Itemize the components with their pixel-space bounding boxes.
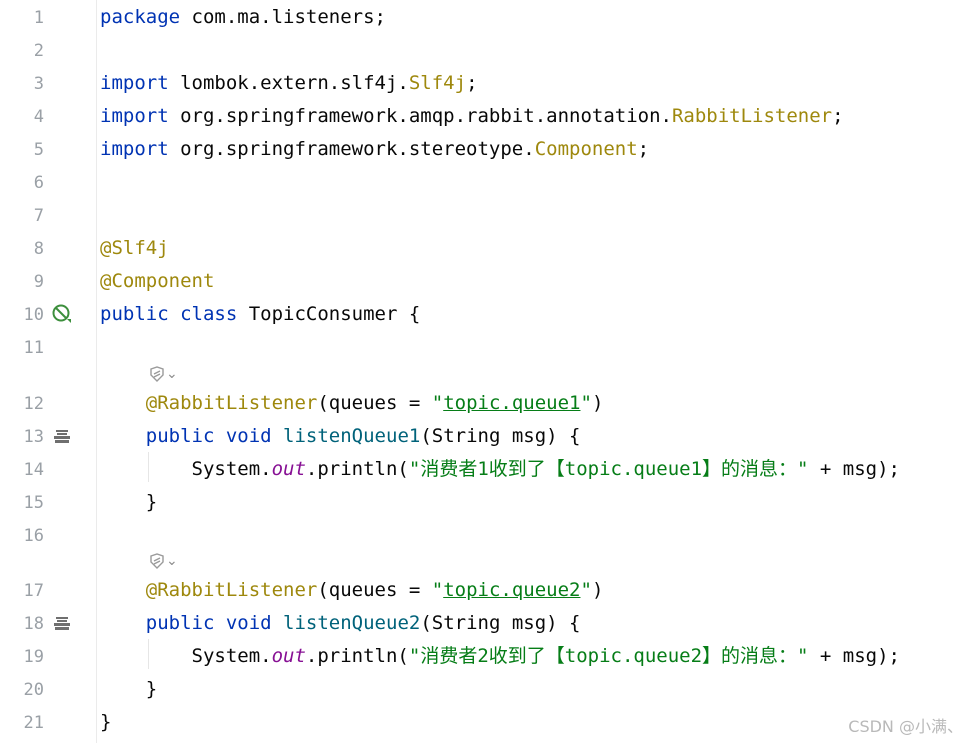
queue-name-link[interactable]: topic.queue2 <box>443 579 580 601</box>
line-number: 19 <box>23 647 44 667</box>
class-ref: RabbitListener <box>671 105 833 127</box>
keyword: public void <box>145 425 272 447</box>
class-ref: Slf4j <box>408 72 467 94</box>
code-text: .println( <box>305 645 409 667</box>
code-line-19[interactable]: System.out.println("消费者2收到了【topic.queue2… <box>100 645 900 667</box>
code-line-20[interactable]: } <box>100 678 157 700</box>
code-text: (String msg) { <box>420 425 581 447</box>
code-text: com.ma.listeners; <box>180 6 386 28</box>
string-quote: " <box>580 579 592 601</box>
code-line-4[interactable]: import org.springframework.amqp.rabbit.a… <box>100 105 844 127</box>
code-text: org.springframework.amqp.rabbit.annotati… <box>168 105 672 127</box>
code-line-3[interactable]: import lombok.extern.slf4j.Slf4j; <box>100 72 478 94</box>
line-number: 14 <box>23 460 44 480</box>
code-text: TopicConsumer { <box>237 303 421 325</box>
code-text: + msg); <box>808 645 900 667</box>
code-text: lombok.extern.slf4j. <box>168 72 409 94</box>
line-number: 21 <box>23 713 44 733</box>
code-text: } <box>100 711 112 733</box>
code-text: ) <box>591 579 604 601</box>
code-line-12[interactable]: @RabbitListener(queues = "topic.queue1") <box>100 392 604 414</box>
annotation: @Slf4j <box>100 237 169 259</box>
line-number: 1 <box>33 8 44 28</box>
code-text: ; <box>637 138 650 160</box>
code-line-13[interactable]: public void listenQueue1(String msg) { <box>100 425 581 447</box>
method-name: listenQueue1 <box>271 425 421 447</box>
keyword: import <box>100 105 169 127</box>
method-name: listenQueue2 <box>271 612 421 634</box>
chevron-down-icon: ⌄ <box>166 366 178 382</box>
annotation: @RabbitListener <box>145 392 318 414</box>
code-line-9[interactable]: @Component <box>100 270 214 292</box>
queue-name-link[interactable]: topic.queue1 <box>443 392 580 414</box>
line-number: 2 <box>33 41 44 61</box>
string-quote: " <box>580 392 592 414</box>
line-number: 13 <box>23 427 44 447</box>
line-number: 16 <box>23 526 44 546</box>
code-line-14[interactable]: System.out.println("消费者1收到了【topic.queue1… <box>100 458 900 480</box>
keyword: import <box>100 72 169 94</box>
keyword: public void <box>145 612 272 634</box>
line-number: 15 <box>23 493 44 513</box>
code-text: } <box>145 678 158 700</box>
line-number: 3 <box>33 74 44 94</box>
code-text: System. <box>191 458 272 480</box>
code-text: + msg); <box>808 458 900 480</box>
code-line-10[interactable]: public class TopicConsumer { <box>100 303 420 325</box>
annotation: @RabbitListener <box>145 579 318 601</box>
code-text: (String msg) { <box>420 612 581 634</box>
code-text: (queues = <box>317 392 432 414</box>
spring-hint-icon <box>150 366 164 382</box>
static-field: out <box>271 458 306 480</box>
class-ref: Component <box>534 138 638 160</box>
no-entry-icon[interactable] <box>52 304 72 324</box>
watermark: CSDN @小满、 <box>848 717 963 736</box>
keyword: package <box>100 6 181 28</box>
code-text: ) <box>591 392 604 414</box>
code-text: org.springframework.stereotype. <box>168 138 535 160</box>
code-line-5[interactable]: import org.springframework.stereotype.Co… <box>100 138 649 160</box>
annotation: @Component <box>100 270 215 292</box>
string-quote: " <box>431 579 444 601</box>
code-text: System. <box>191 645 272 667</box>
line-number: 8 <box>33 239 44 259</box>
bean-icon[interactable] <box>52 427 72 447</box>
code-line-1[interactable]: package com.ma.listeners; <box>100 6 386 28</box>
chevron-down-icon: ⌄ <box>166 553 178 569</box>
code-line-18[interactable]: public void listenQueue2(String msg) { <box>100 612 581 634</box>
line-number: 20 <box>23 680 44 700</box>
line-number: 18 <box>23 614 44 634</box>
code-text: ; <box>466 72 478 94</box>
code-text: .println( <box>305 458 409 480</box>
spring-hint[interactable]: ⌄ <box>148 552 178 570</box>
code-line-17[interactable]: @RabbitListener(queues = "topic.queue2") <box>100 579 604 601</box>
spring-hint[interactable]: ⌄ <box>148 365 178 383</box>
code-text: } <box>145 491 158 513</box>
line-number: 9 <box>33 272 44 292</box>
code-line-8[interactable]: @Slf4j <box>100 237 169 259</box>
line-number: 10 <box>23 305 44 325</box>
spring-hint-icon <box>150 553 164 569</box>
code-line-15[interactable]: } <box>100 491 157 513</box>
string-literal: "消费者1收到了【topic.queue1】的消息：" <box>408 458 809 480</box>
code-text: (queues = <box>317 579 432 601</box>
string-quote: " <box>431 392 444 414</box>
line-number: 17 <box>23 581 44 601</box>
code-text: ; <box>832 105 844 127</box>
line-number: 5 <box>33 140 44 160</box>
line-number: 7 <box>33 206 44 226</box>
keyword: import <box>100 138 169 160</box>
static-field: out <box>271 645 306 667</box>
line-number: 11 <box>23 338 44 358</box>
keyword: public class <box>100 303 238 325</box>
line-number: 6 <box>33 173 44 193</box>
bean-icon[interactable] <box>52 614 72 634</box>
code-line-21[interactable]: } <box>100 711 111 733</box>
line-number: 12 <box>23 394 44 414</box>
string-literal: "消费者2收到了【topic.queue2】的消息：" <box>408 645 809 667</box>
line-number: 4 <box>33 107 44 127</box>
